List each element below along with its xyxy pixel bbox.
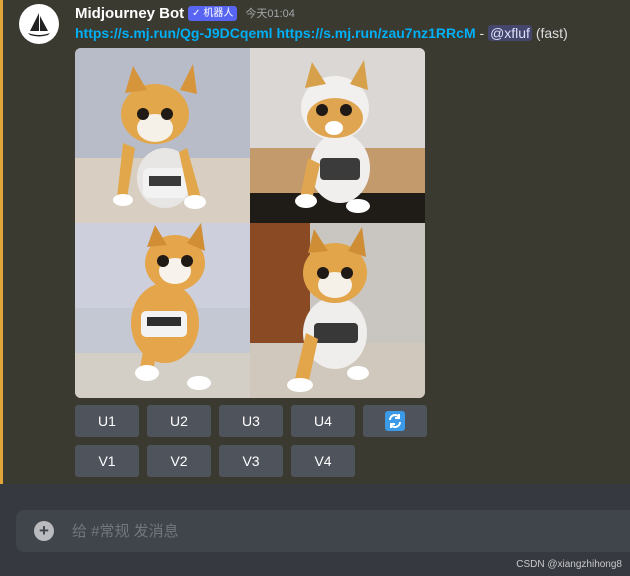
message-composer: + (16, 510, 630, 552)
message-input[interactable] (72, 523, 612, 540)
variation-button-row: V1 V2 V3 V4 (75, 445, 355, 477)
image-tile-4[interactable] (250, 223, 425, 398)
user-mention[interactable]: @xfluf (488, 25, 532, 41)
reroll-button[interactable] (363, 405, 427, 437)
v3-button[interactable]: V3 (219, 445, 283, 477)
composer-area: + CSDN @xiangzhihong8 (0, 484, 630, 576)
u3-button[interactable]: U3 (219, 405, 283, 437)
image-grid[interactable] (75, 48, 425, 398)
bot-badge: ✓ 机器人 (188, 5, 238, 21)
u2-button[interactable]: U2 (147, 405, 211, 437)
cat-robot-image (75, 48, 250, 223)
upscale-button-row: U1 U2 U3 U4 (75, 405, 427, 437)
separator: - (475, 25, 489, 41)
watermark: CSDN @xiangzhihong8 (516, 559, 622, 570)
add-attachment-icon[interactable]: + (34, 521, 54, 541)
timestamp[interactable]: 今天01:04 (245, 5, 295, 21)
message-content: https://s.mj.run/Qg-J9DCqeml https://s.m… (75, 25, 568, 41)
speed-label: (fast) (531, 25, 568, 41)
v2-button[interactable]: V2 (147, 445, 211, 477)
v4-button[interactable]: V4 (291, 445, 355, 477)
image-link-2[interactable]: https://s.mj.run/zau7nz1RRcM (276, 25, 475, 41)
username[interactable]: Midjourney Bot (75, 5, 184, 22)
refresh-icon (385, 411, 405, 431)
image-tile-1[interactable] (75, 48, 250, 223)
message-header: Midjourney Bot ✓ 机器人 今天01:04 (75, 4, 295, 22)
u1-button[interactable]: U1 (75, 405, 139, 437)
avatar[interactable] (19, 4, 59, 44)
cat-robot-image (250, 223, 425, 398)
image-tile-2[interactable] (250, 48, 425, 223)
v1-button[interactable]: V1 (75, 445, 139, 477)
sailboat-icon (28, 13, 50, 37)
image-link-1[interactable]: https://s.mj.run/Qg-J9DCqeml (75, 25, 273, 41)
cat-robot-image (250, 48, 425, 223)
message-container: Midjourney Bot ✓ 机器人 今天01:04 https://s.m… (0, 0, 630, 484)
cat-robot-image (75, 223, 250, 398)
image-tile-3[interactable] (75, 223, 250, 398)
u4-button[interactable]: U4 (291, 405, 355, 437)
